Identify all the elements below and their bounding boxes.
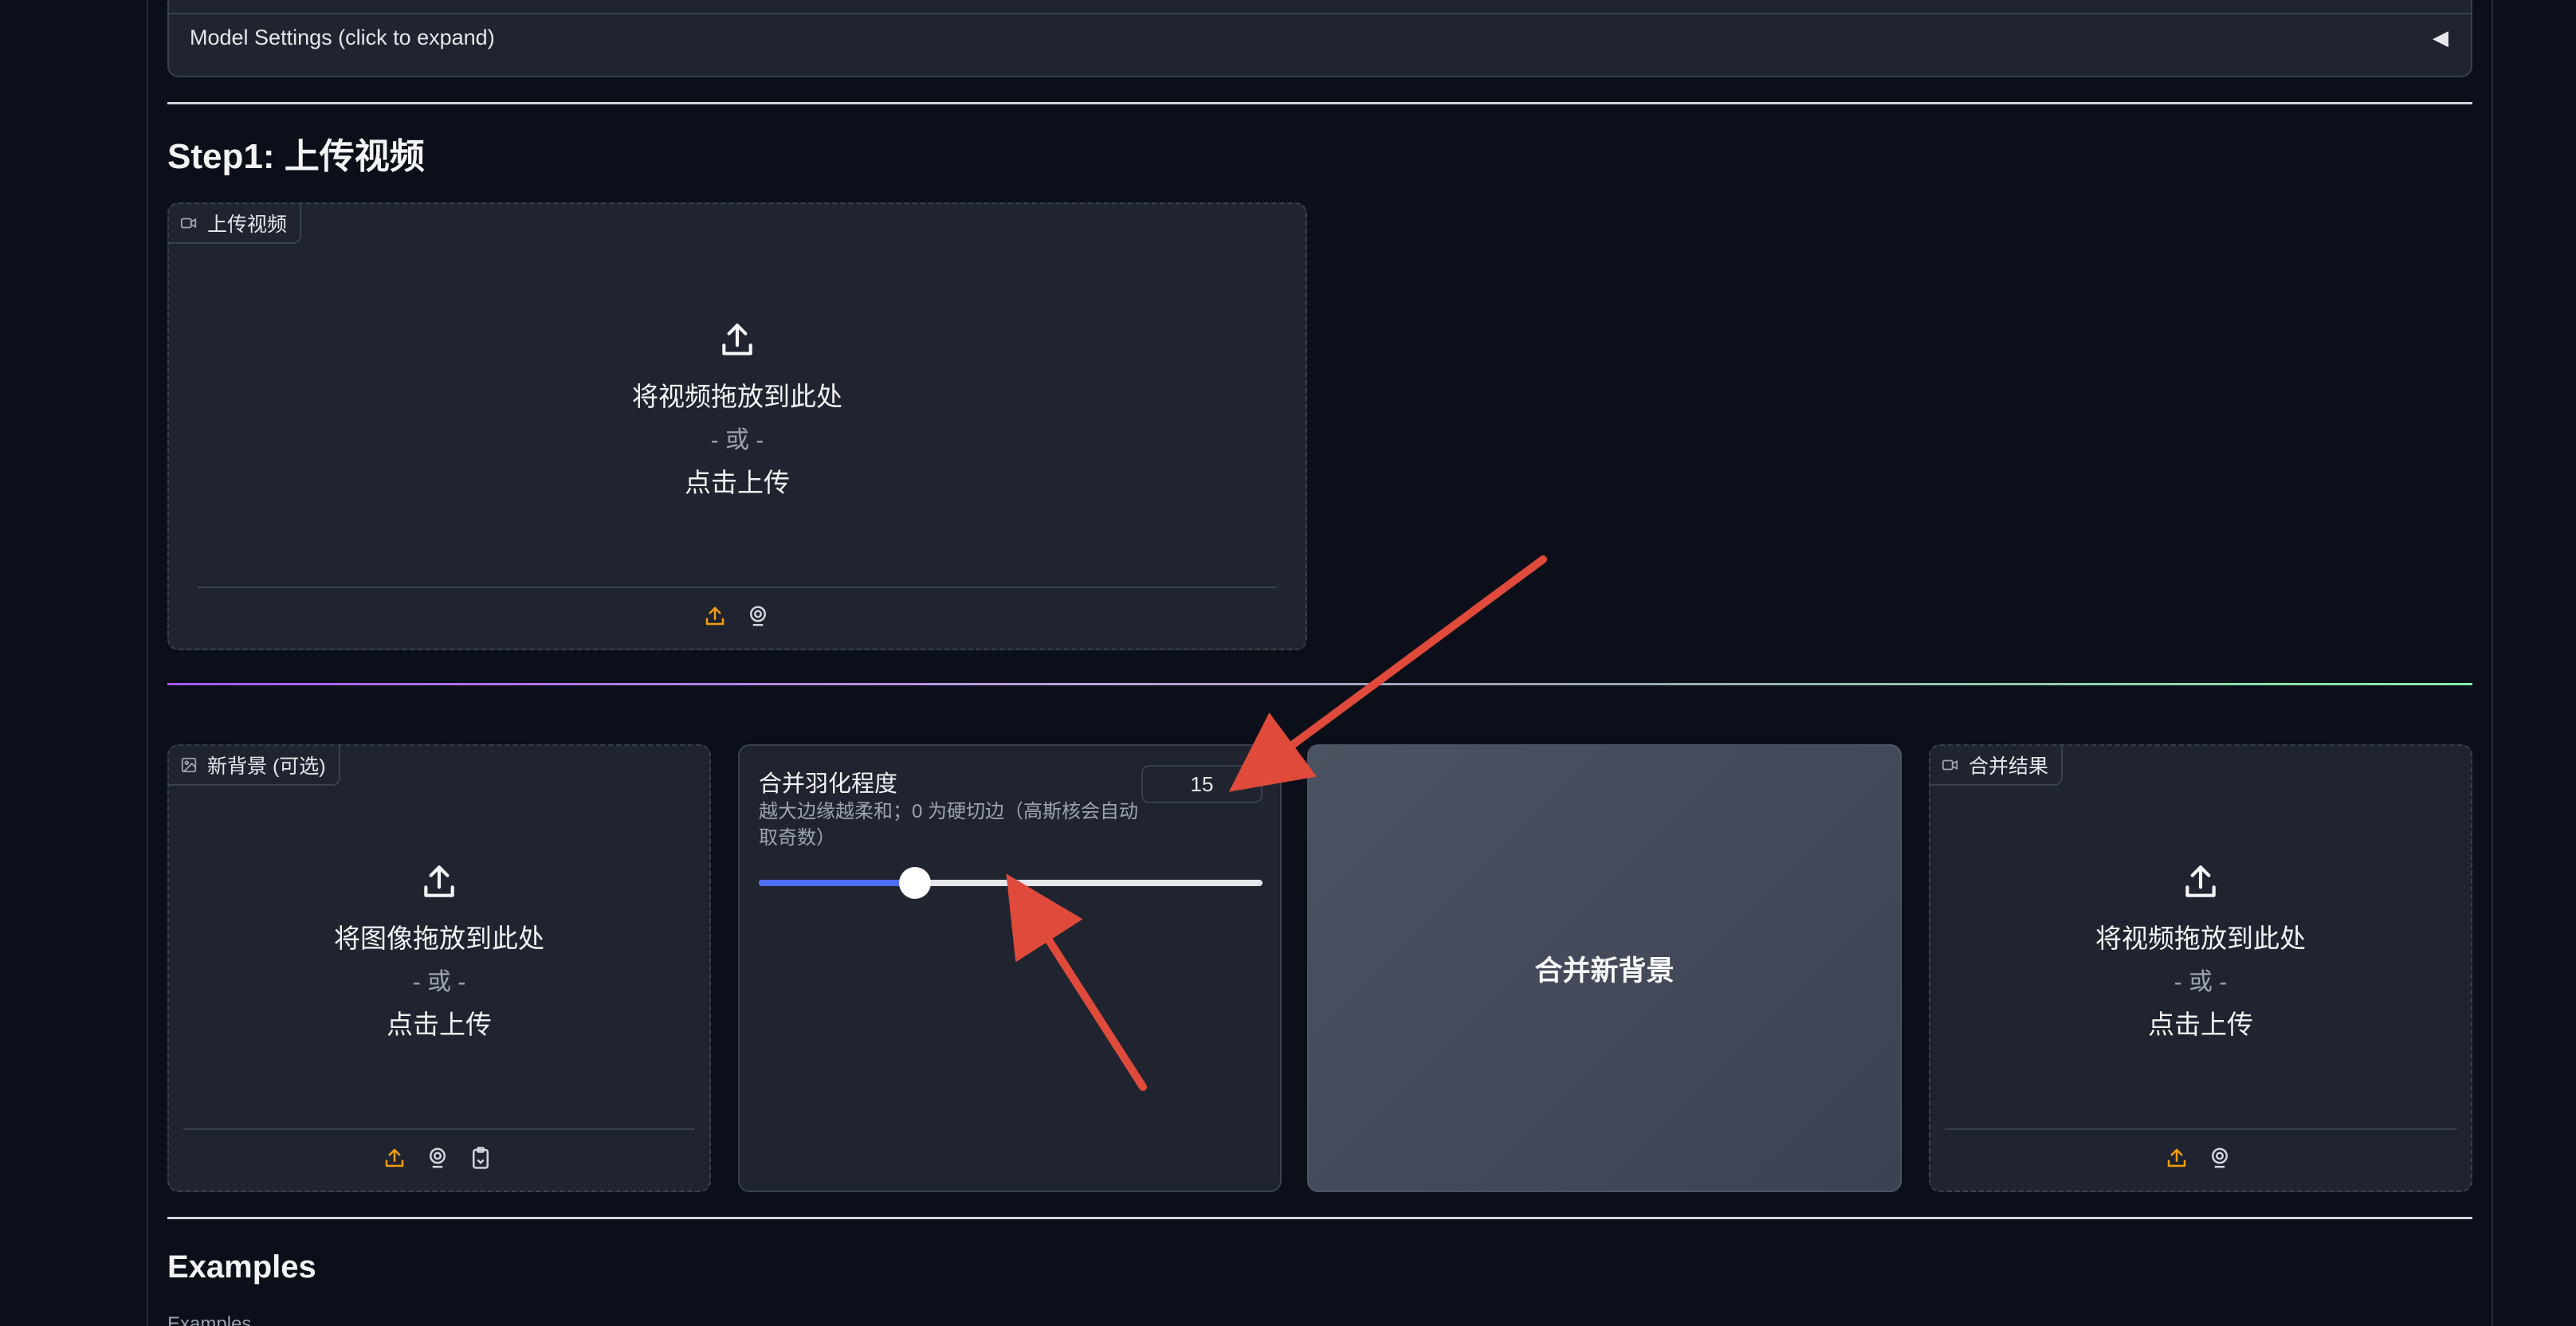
- image-icon: [181, 757, 197, 773]
- new-background-tag: 新背景 (可选): [169, 746, 340, 786]
- section-divider: [167, 102, 2472, 104]
- upload-source-icon[interactable]: [2165, 1146, 2189, 1170]
- toolbar-divider: [183, 1128, 695, 1130]
- or-text: - 或 -: [2174, 969, 2228, 995]
- merge-result-tag-label: 合并结果: [1969, 755, 2049, 778]
- merge-background-button[interactable]: 合并新背景: [1307, 744, 1902, 1192]
- upload-video-panel[interactable]: 上传视频 将视频拖放到此处 - 或 - 点击上传: [167, 202, 1307, 650]
- new-background-dropzone[interactable]: 将图像拖放到此处 - 或 - 点击上传: [169, 862, 709, 1042]
- model-settings-accordion[interactable]: Model Settings (click to expand) ◀: [167, 0, 2472, 77]
- drop-text: 将视频拖放到此处: [2095, 924, 2306, 953]
- clipboard-icon[interactable]: [469, 1146, 493, 1170]
- click-upload-text: 点击上传: [387, 1010, 492, 1039]
- slider-info: 越大边缘越柔和；0 为硬切边（高斯核会自动取奇数）: [759, 801, 1139, 849]
- new-background-toolbar: [383, 1146, 493, 1170]
- new-background-tag-label: 新背景 (可选): [207, 755, 326, 778]
- upload-video-toolbar: [703, 604, 770, 628]
- examples-subtitle: Examples: [167, 1313, 252, 1326]
- caret-left-icon[interactable]: ◀: [2433, 26, 2448, 50]
- feather-slider-panel: 合并羽化程度 越大边缘越柔和；0 为硬切边（高斯核会自动取奇数） 15: [738, 744, 1282, 1192]
- new-background-panel[interactable]: 新背景 (可选) 将图像拖放到此处 - 或 - 点击上传: [167, 744, 711, 1192]
- toolbar-divider: [1945, 1128, 2456, 1130]
- webcam-icon[interactable]: [746, 604, 770, 628]
- slider-thumb[interactable]: [898, 867, 931, 899]
- video-icon: [1942, 759, 1958, 771]
- upload-source-icon[interactable]: [703, 604, 727, 628]
- merge-result-toolbar: [2165, 1146, 2232, 1170]
- step1-title: Step1: 上传视频: [167, 137, 425, 176]
- slider-track[interactable]: [759, 867, 1262, 899]
- drop-text: 将图像拖放到此处: [334, 924, 544, 953]
- or-text: - 或 -: [412, 969, 466, 995]
- drop-text: 将视频拖放到此处: [632, 382, 842, 411]
- upload-source-icon[interactable]: [383, 1146, 406, 1170]
- row-divider: [167, 683, 2472, 685]
- slider-fill: [759, 880, 915, 886]
- accordion-divider: [169, 13, 2471, 14]
- slider-number-input[interactable]: 15: [1141, 765, 1262, 803]
- upload-video-tag-label: 上传视频: [207, 214, 288, 236]
- or-text: - 或 -: [710, 427, 764, 453]
- webcam-icon[interactable]: [2208, 1146, 2232, 1170]
- video-icon: [180, 218, 197, 229]
- merge-result-tag: 合并结果: [1930, 746, 2064, 786]
- accordion-label: Model Settings (click to expand): [190, 26, 495, 49]
- upload-video-dropzone[interactable]: 将视频拖放到此处 - 或 - 点击上传: [169, 320, 1306, 500]
- examples-divider: [167, 1217, 2472, 1219]
- examples-title: Examples: [167, 1250, 316, 1285]
- merge-result-dropzone[interactable]: 将视频拖放到此处 - 或 - 点击上传: [1930, 862, 2471, 1042]
- webcam-icon[interactable]: [426, 1146, 450, 1170]
- upload-icon: [2181, 862, 2221, 906]
- upload-icon: [717, 320, 757, 364]
- upload-icon: [419, 862, 459, 906]
- click-upload-text: 点击上传: [2148, 1010, 2253, 1039]
- toolbar-divider: [198, 586, 1277, 588]
- upload-video-tag: 上传视频: [169, 204, 302, 244]
- slider-label: 合并羽化程度: [759, 771, 898, 797]
- click-upload-text: 点击上传: [685, 468, 790, 497]
- merge-result-panel[interactable]: 合并结果 将视频拖放到此处 - 或 - 点击上传: [1929, 744, 2472, 1192]
